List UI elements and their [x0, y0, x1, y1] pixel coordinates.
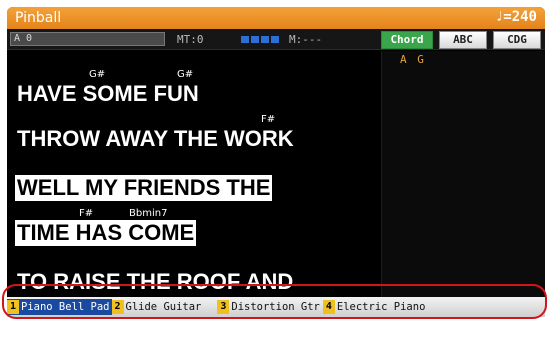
song-title: Pinball — [15, 10, 62, 26]
tab-abc[interactable]: ABC — [439, 31, 487, 49]
instrument-slot-3[interactable]: 3 Distortion Gtr — [217, 299, 320, 315]
lyric-line-current: WELL MY FRIENDS THE — [15, 175, 273, 201]
chord-pane: A G — [381, 51, 545, 305]
marker-field[interactable]: A 0 — [10, 32, 165, 46]
lyrics-pane: G# G# HAVE SOME FUN F# THROW AWAY THE WO… — [7, 51, 381, 305]
instrument-number: 2 — [111, 300, 124, 314]
instrument-number: 3 — [217, 300, 230, 314]
instrument-slot-2[interactable]: 2 Glide Guitar — [111, 299, 202, 315]
lyric-line-current: TIME HAS COME — [15, 220, 197, 246]
instrument-name: Electric Piano — [336, 301, 426, 313]
beat-meter — [241, 36, 283, 43]
lyric-line: TO RAISE THE ROOF AND — [17, 269, 294, 294]
tab-chord[interactable]: Chord — [381, 31, 433, 49]
instrument-slot-4[interactable]: 4 Electric Piano — [322, 299, 426, 315]
chord-label: Bbmin7 — [129, 208, 168, 219]
title-bar: Pinball ♩=240 — [7, 7, 545, 29]
measure-label: M:--- — [289, 33, 323, 46]
chord-label: G# — [177, 69, 194, 80]
lyric-line: HAVE SOME FUN — [17, 81, 199, 106]
player-frame: Pinball ♩=240 A 0 MT:0 M:--- Chord ABC C… — [0, 0, 550, 342]
measure-transpose-label: MT:0 — [177, 33, 204, 46]
instrument-slot-1[interactable]: 1 Piano Bell Pad — [7, 299, 112, 315]
chord-label: F# — [79, 208, 94, 219]
tempo-display: ♩=240 — [494, 9, 537, 25]
meter-segment — [251, 36, 259, 43]
instrument-name: Distortion Gtr — [231, 301, 320, 313]
instrument-bar: 1 Piano Bell Pad 2 Glide Guitar 3 Distor… — [7, 297, 545, 317]
chord-sequence: A G — [400, 53, 426, 66]
instrument-name: Glide Guitar — [125, 301, 202, 313]
lyric-line: THROW AWAY THE WORK — [17, 126, 294, 151]
meter-segment — [241, 36, 249, 43]
lyrics-screen: Pinball ♩=240 A 0 MT:0 M:--- Chord ABC C… — [7, 7, 545, 317]
info-bar: A 0 MT:0 M:--- Chord ABC CDG — [7, 29, 545, 50]
instrument-number: 4 — [322, 300, 335, 314]
chord-label: G# — [89, 69, 106, 80]
instrument-number: 1 — [7, 300, 19, 314]
meter-segment — [271, 36, 279, 43]
chord-label: F# — [261, 114, 276, 125]
instrument-name: Piano Bell Pad — [21, 301, 110, 313]
meter-segment — [261, 36, 269, 43]
tab-cdg[interactable]: CDG — [493, 31, 541, 49]
